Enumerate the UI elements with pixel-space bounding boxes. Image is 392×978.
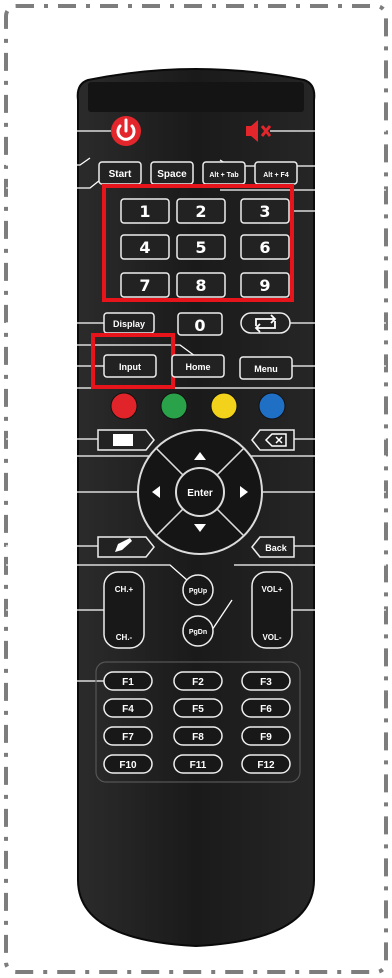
input-label: Input <box>119 362 141 372</box>
remote-diagram: Start Space Alt + Tab Alt + F4 1 2 3 4 5 6 7 8 9… <box>0 0 392 978</box>
function-key-f4[interactable]: F4 <box>103 698 153 718</box>
numpad-key-4[interactable]: 4 <box>120 234 170 260</box>
vol-minus-label: VOL- <box>262 633 281 642</box>
numpad: 1 2 3 4 5 6 7 8 9 <box>120 198 290 298</box>
numpad-key-2[interactable]: 2 <box>176 198 226 224</box>
function-key-f10[interactable]: F10 <box>103 754 153 774</box>
enter-label: Enter <box>187 488 213 499</box>
function-key-f5[interactable]: F5 <box>173 698 223 718</box>
blue-key[interactable] <box>258 392 286 420</box>
function-key-label: F4 <box>122 704 134 715</box>
function-key-f2[interactable]: F2 <box>173 671 223 691</box>
function-key-f12[interactable]: F12 <box>241 754 291 774</box>
pgdn-label: PgDn <box>189 629 207 636</box>
pgup-button[interactable]: PgUp <box>182 574 214 606</box>
remote-svg: Start Space Alt + Tab Alt + F4 1 2 3 4 5 6 7 8 9… <box>4 4 388 974</box>
function-key-label: F1 <box>122 677 134 688</box>
vol-plus-label: VOL+ <box>261 585 282 594</box>
numpad-key-label: 2 <box>195 202 206 221</box>
back-label: Back <box>265 543 288 553</box>
repeat-button[interactable] <box>240 312 291 334</box>
numpad-key-label: 9 <box>259 276 270 295</box>
function-key-label: F7 <box>122 732 134 743</box>
display-label: Display <box>113 319 145 329</box>
numpad-key-6[interactable]: 6 <box>240 234 290 260</box>
space-button[interactable]: Space <box>150 161 194 185</box>
function-key-label: F12 <box>257 760 275 771</box>
display-button[interactable]: Display <box>103 312 155 334</box>
function-key-label: F9 <box>260 732 272 743</box>
home-label: Home <box>185 362 210 372</box>
menu-button[interactable]: Menu <box>239 356 293 380</box>
space-label: Space <box>157 169 187 180</box>
numpad-key-label: 4 <box>139 238 150 257</box>
zero-label: 0 <box>194 316 205 335</box>
green-key[interactable] <box>160 392 188 420</box>
power-button[interactable] <box>111 116 141 146</box>
annotate-button[interactable] <box>97 536 155 558</box>
enter-button[interactable]: Enter <box>187 488 213 499</box>
alt-tab-label: Alt + Tab <box>209 172 238 179</box>
numpad-key-5[interactable]: 5 <box>176 234 226 260</box>
alt-tab-button[interactable]: Alt + Tab <box>202 161 246 185</box>
pgdn-button[interactable]: PgDn <box>182 615 214 647</box>
function-key-label: F5 <box>192 704 204 715</box>
alt-f4-label: Alt + F4 <box>263 172 289 179</box>
function-key-label: F6 <box>260 704 272 715</box>
function-key-f9[interactable]: F9 <box>241 726 291 746</box>
function-key-f1[interactable]: F1 <box>103 671 153 691</box>
vol-rocker[interactable]: VOL+ VOL- <box>251 571 293 649</box>
function-key-label: F8 <box>192 732 204 743</box>
ch-plus-label: CH.+ <box>115 585 134 594</box>
input-button[interactable]: Input <box>103 354 157 378</box>
function-key-label: F10 <box>119 760 137 771</box>
function-key-label: F3 <box>260 677 272 688</box>
function-key-f8[interactable]: F8 <box>173 726 223 746</box>
menu-label: Menu <box>254 364 278 374</box>
start-label: Start <box>109 169 132 180</box>
red-key[interactable] <box>110 392 138 420</box>
back-button[interactable]: Back <box>251 536 295 558</box>
screen-button[interactable] <box>97 429 155 451</box>
numpad-key-3[interactable]: 3 <box>240 198 290 224</box>
yellow-key[interactable] <box>210 392 238 420</box>
numpad-key-label: 5 <box>195 238 206 257</box>
numpad-key-label: 8 <box>195 276 206 295</box>
numpad-key-1[interactable]: 1 <box>120 198 170 224</box>
zero-button[interactable]: 0 <box>177 312 223 336</box>
ir-window <box>88 82 304 112</box>
numpad-key-9[interactable]: 9 <box>240 272 290 298</box>
ch-minus-label: CH.- <box>116 633 133 642</box>
numpad-key-label: 3 <box>259 202 270 221</box>
numpad-key-7[interactable]: 7 <box>120 272 170 298</box>
screen-icon <box>113 434 133 446</box>
function-key-f3[interactable]: F3 <box>241 671 291 691</box>
ch-rocker[interactable]: CH.+ CH.- <box>103 571 145 649</box>
pgup-label: PgUp <box>189 588 207 595</box>
numpad-key-label: 6 <box>259 238 270 257</box>
function-key-f7[interactable]: F7 <box>103 726 153 746</box>
start-button[interactable]: Start <box>98 161 142 185</box>
function-key-f11[interactable]: F11 <box>173 754 223 774</box>
numpad-key-label: 1 <box>139 202 150 221</box>
function-key-label: F2 <box>192 677 204 688</box>
alt-f4-button[interactable]: Alt + F4 <box>254 161 298 185</box>
function-key-f6[interactable]: F6 <box>241 698 291 718</box>
delete-button[interactable] <box>251 429 295 451</box>
numpad-key-label: 7 <box>139 276 150 295</box>
home-button[interactable]: Home <box>171 354 225 378</box>
numpad-key-8[interactable]: 8 <box>176 272 226 298</box>
function-key-label: F11 <box>190 760 207 771</box>
